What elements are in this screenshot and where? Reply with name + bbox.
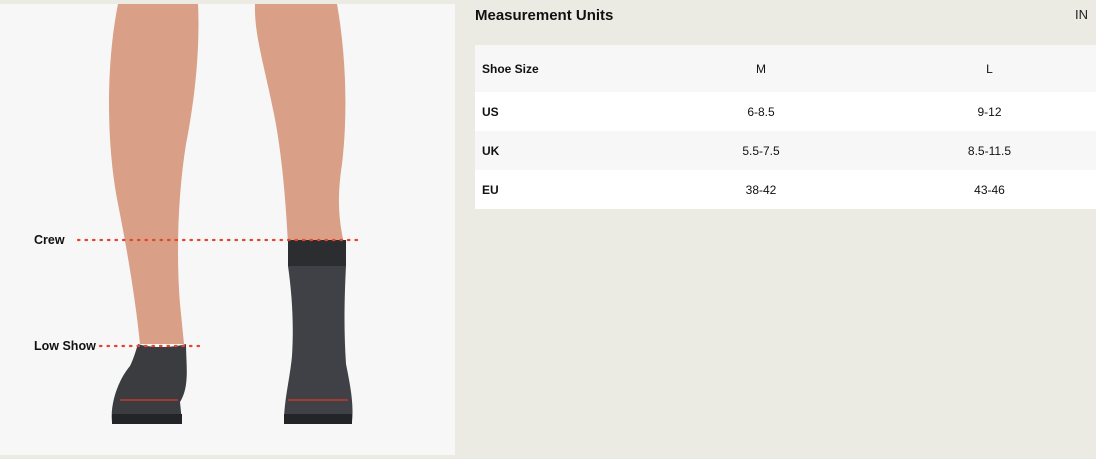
table-cell: 6-8.5 [747, 104, 775, 119]
low-show-label: Low Show [34, 339, 96, 353]
table-cell: 5.5-7.5 [742, 143, 780, 158]
table-cell: 38-42 [745, 182, 777, 197]
column-header: L [986, 61, 993, 76]
table-row: EU 38-42 43-46 [475, 170, 1096, 209]
size-table: Shoe Size M L US 6-8.5 9-12 UK 5.5-7.5 8… [475, 45, 1096, 209]
crew-label: Crew [34, 233, 65, 247]
low-show-sock [111, 344, 187, 422]
crew-sock [284, 240, 353, 422]
row-label: EU [482, 182, 499, 197]
right-leg [254, 4, 346, 244]
table-cell: 9-12 [977, 104, 1002, 119]
size-chart-panel: Measurement Units IN Shoe Size M L US 6-… [475, 0, 1096, 455]
sock-height-illustration: Crew Low Show [0, 0, 455, 455]
crew-sock-cuff [288, 240, 346, 266]
left-leg [109, 4, 199, 344]
column-header: M [756, 61, 766, 76]
table-cell: 8.5-11.5 [967, 143, 1012, 158]
row-label: UK [482, 143, 500, 158]
row-label: US [482, 104, 499, 119]
table-cell: 43-46 [974, 182, 1005, 197]
unit-toggle[interactable]: IN [1075, 7, 1088, 22]
column-header: Shoe Size [482, 61, 539, 76]
table-header-row: Shoe Size M L [475, 45, 1096, 92]
panel-title: Measurement Units [475, 7, 614, 24]
table-row: UK 5.5-7.5 8.5-11.5 [475, 131, 1096, 170]
legs-with-socks-graphic [76, 4, 364, 424]
table-row: US 6-8.5 9-12 [475, 92, 1096, 131]
